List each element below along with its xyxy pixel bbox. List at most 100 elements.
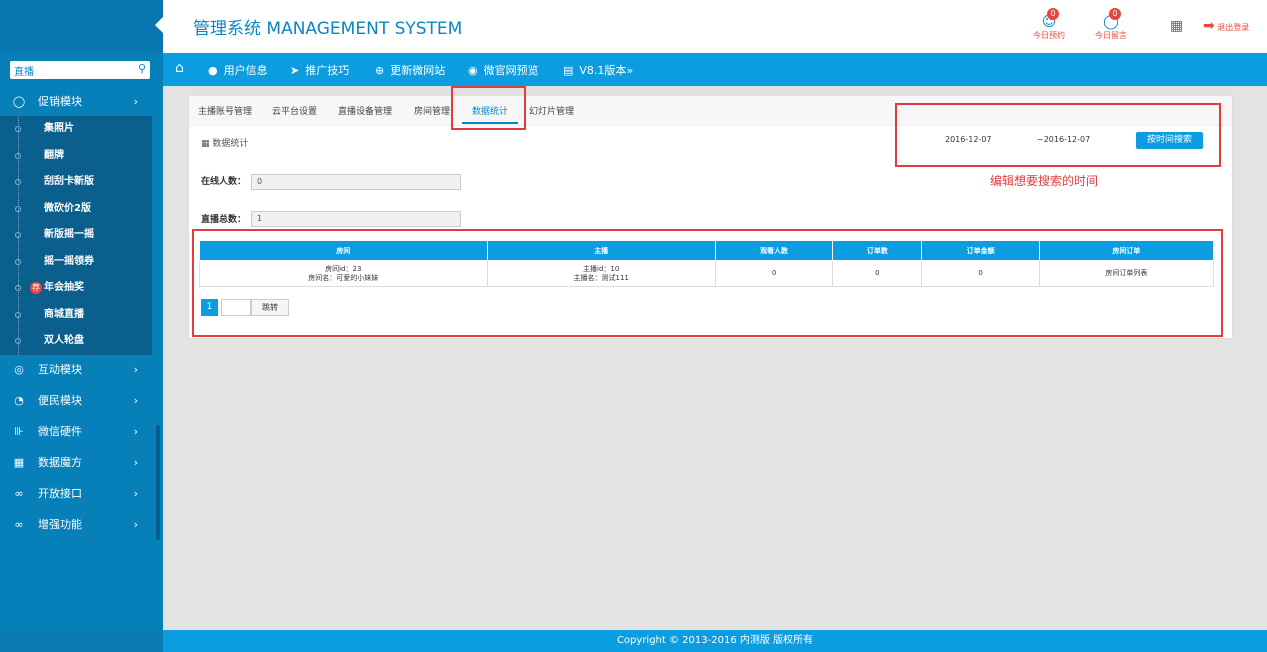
nav-user-info[interactable]: ● 用户信息 bbox=[208, 62, 268, 78]
search-icon[interactable]: ⚲ bbox=[138, 62, 146, 75]
chevron-right-icon: › bbox=[133, 486, 138, 500]
eye-icon: ◉ bbox=[468, 64, 478, 77]
message-icon: ◯ 0 bbox=[1095, 8, 1127, 30]
annotation-note: 编辑想要搜索的时间 bbox=[990, 174, 1099, 188]
logout-icon: ➡ bbox=[1203, 18, 1215, 34]
highlight-box-tab bbox=[451, 86, 526, 130]
qrcode-button[interactable]: ▦ bbox=[1170, 18, 1183, 34]
megaphone-icon: ➤ bbox=[290, 64, 300, 77]
tab-anchor-accounts[interactable]: 主播账号管理 bbox=[198, 104, 252, 117]
section-title-text: 数据统计 bbox=[212, 139, 249, 149]
clock-icon: ◔ bbox=[14, 393, 24, 407]
nav-promotion-tips[interactable]: ➤ 推广技巧 bbox=[290, 62, 349, 78]
count-badge: 0 bbox=[1109, 8, 1121, 20]
sidebar-item-label: 开放接口 bbox=[38, 486, 82, 500]
tab-room-management[interactable]: 房间管理 bbox=[414, 104, 450, 117]
nav-label: V8.1版本 bbox=[579, 64, 627, 77]
submenu-item[interactable]: 集照片 bbox=[0, 116, 152, 143]
submenu-label: 翻牌 bbox=[44, 149, 64, 161]
online-count-field[interactable]: 0 bbox=[251, 174, 461, 190]
online-label: 在线人数： bbox=[201, 177, 247, 187]
header-item-label: 退出登录 bbox=[1217, 23, 1250, 32]
sidebar-item-label: 促销模块 bbox=[38, 95, 82, 108]
submenu-item[interactable]: 双人轮盘 bbox=[0, 328, 152, 355]
count-badge: 0 bbox=[1047, 8, 1059, 20]
highlight-box-date bbox=[895, 103, 1221, 167]
header-item-label: 今日预约 bbox=[1033, 31, 1065, 40]
chevron-right-icon: › bbox=[133, 455, 138, 469]
chevron-right-icon: › bbox=[133, 95, 138, 108]
link-icon: ∞ bbox=[14, 517, 24, 531]
logout-button[interactable]: ➡ 退出登录 bbox=[1203, 18, 1249, 34]
sidebar-submenu: 集照片 翻牌 刮刮卡新版 微砍价2版 新版摇一摇 摇一摇领券 荐年会抽奖 商城直… bbox=[0, 116, 152, 355]
sidebar-scrollbar[interactable] bbox=[156, 425, 160, 540]
sidebar-item-enhance[interactable]: ∞ 增强功能 › bbox=[0, 510, 152, 541]
header-item-label: 今日留言 bbox=[1095, 31, 1127, 40]
sidebar-item-label: 数据魔方 bbox=[38, 455, 82, 469]
submenu-label: 双人轮盘 bbox=[44, 335, 84, 346]
submenu-item[interactable]: 翻牌 bbox=[0, 143, 152, 170]
wifi-icon: ⊪ bbox=[14, 424, 24, 438]
sidebar-item-promotion[interactable]: ◯ 促销模块 › bbox=[0, 88, 152, 116]
footer: Copyright © 2013-2016 内测版 版权所有 bbox=[163, 630, 1267, 652]
highlight-box-table bbox=[192, 229, 1223, 337]
tab-device-management[interactable]: 直播设备管理 bbox=[338, 104, 392, 117]
nav-preview-site[interactable]: ◉ 微官网预览 bbox=[468, 62, 539, 78]
sidebar-item-open-api[interactable]: ∞ 开放接口 › bbox=[0, 479, 152, 510]
chevron-right-icon: › bbox=[133, 362, 138, 376]
submenu-label: 商城直播 bbox=[44, 308, 84, 320]
recommend-badge: 荐 bbox=[30, 282, 42, 294]
tab-cloud-settings[interactable]: 云平台设置 bbox=[272, 104, 317, 117]
sidebar-item-label: 便民模块 bbox=[38, 393, 82, 407]
submenu-label: 刮刮卡新版 bbox=[44, 176, 94, 187]
total-count-field[interactable]: 1 bbox=[251, 211, 461, 227]
submenu-label: 微砍价2版 bbox=[44, 202, 91, 214]
nav-version[interactable]: ▤ V8.1版本» bbox=[563, 62, 633, 78]
section-title: ▦ 数据统计 bbox=[201, 136, 248, 149]
submenu-label: 新版摇一摇 bbox=[44, 229, 94, 240]
chart-icon: ◎ bbox=[14, 362, 24, 376]
sidebar-item-data-cube[interactable]: ▦ 数据魔方 › bbox=[0, 448, 152, 479]
submenu-item[interactable]: 刮刮卡新版 bbox=[0, 169, 152, 196]
sidebar-item-convenience[interactable]: ◔ 便民模块 › bbox=[0, 386, 152, 417]
submenu-label: 年会抽奖 bbox=[44, 282, 84, 293]
footer-left-strip bbox=[0, 630, 163, 652]
tab-slides[interactable]: 幻灯片管理 bbox=[529, 104, 574, 117]
submenu-item-live[interactable]: 商城直播 bbox=[0, 302, 152, 329]
home-icon[interactable]: ⌂ bbox=[175, 60, 184, 76]
search-input[interactable]: 直播 bbox=[14, 63, 34, 78]
top-nav: ⌂ ● 用户信息 ➤ 推广技巧 ⊕ 更新微网站 ◉ 微官网预览 ▤ V8.1版本» bbox=[163, 53, 1267, 86]
double-chevron-icon: » bbox=[626, 64, 634, 77]
search-box[interactable]: 直播 ⚲ bbox=[10, 61, 150, 79]
today-appointments[interactable]: ☺ 0 今日预约 bbox=[1033, 8, 1065, 41]
globe-icon: ⊕ bbox=[375, 64, 385, 77]
submenu-label: 摇一摇领券 bbox=[44, 255, 94, 267]
header: 管理系统 MANAGEMENT SYSTEM ☺ 0 今日预约 ◯ 0 今日留言 ▦… bbox=[163, 0, 1267, 53]
tag-icon: ◯ bbox=[12, 95, 26, 108]
sidebar: 直播 ⚲ ◯ 促销模块 › 集照片 翻牌 刮刮卡新版 微砍价2版 新版摇一摇 摇… bbox=[0, 0, 163, 630]
qrcode-icon: ▦ bbox=[1170, 18, 1184, 34]
nav-update-site[interactable]: ⊕ 更新微网站 bbox=[375, 62, 445, 78]
user-icon: ● bbox=[208, 64, 218, 77]
user-icon: ☺ 0 bbox=[1033, 8, 1065, 30]
submenu-item[interactable]: 微砍价2版 bbox=[0, 196, 152, 223]
submenu-item[interactable]: 荐年会抽奖 bbox=[0, 275, 152, 302]
grid-icon: ▦ bbox=[201, 139, 213, 149]
sidebar-item-interaction[interactable]: ◎ 互动模块 › bbox=[0, 355, 152, 386]
sidebar-item-label: 增强功能 bbox=[38, 517, 82, 531]
sidebar-item-label: 互动模块 bbox=[38, 362, 82, 376]
nav-label: 更新微网站 bbox=[390, 64, 446, 77]
nav-label: 微官网预览 bbox=[483, 64, 539, 77]
chevron-right-icon: › bbox=[133, 424, 138, 438]
link-icon: ∞ bbox=[14, 486, 24, 500]
chevron-right-icon: › bbox=[133, 393, 138, 407]
sidebar-menu: ◯ 促销模块 › 集照片 翻牌 刮刮卡新版 微砍价2版 新版摇一摇 摇一摇领券 … bbox=[0, 88, 152, 541]
submenu-item[interactable]: 摇一摇领券 bbox=[0, 249, 152, 276]
app-title: 管理系统 MANAGEMENT SYSTEM bbox=[193, 19, 463, 39]
grid-icon: ▦ bbox=[13, 455, 25, 469]
logo-area bbox=[0, 0, 163, 53]
today-messages[interactable]: ◯ 0 今日留言 bbox=[1095, 8, 1127, 41]
submenu-label: 集照片 bbox=[44, 123, 74, 134]
submenu-item[interactable]: 新版摇一摇 bbox=[0, 222, 152, 249]
sidebar-item-hardware[interactable]: ⊪ 微信硬件 › bbox=[0, 417, 152, 448]
